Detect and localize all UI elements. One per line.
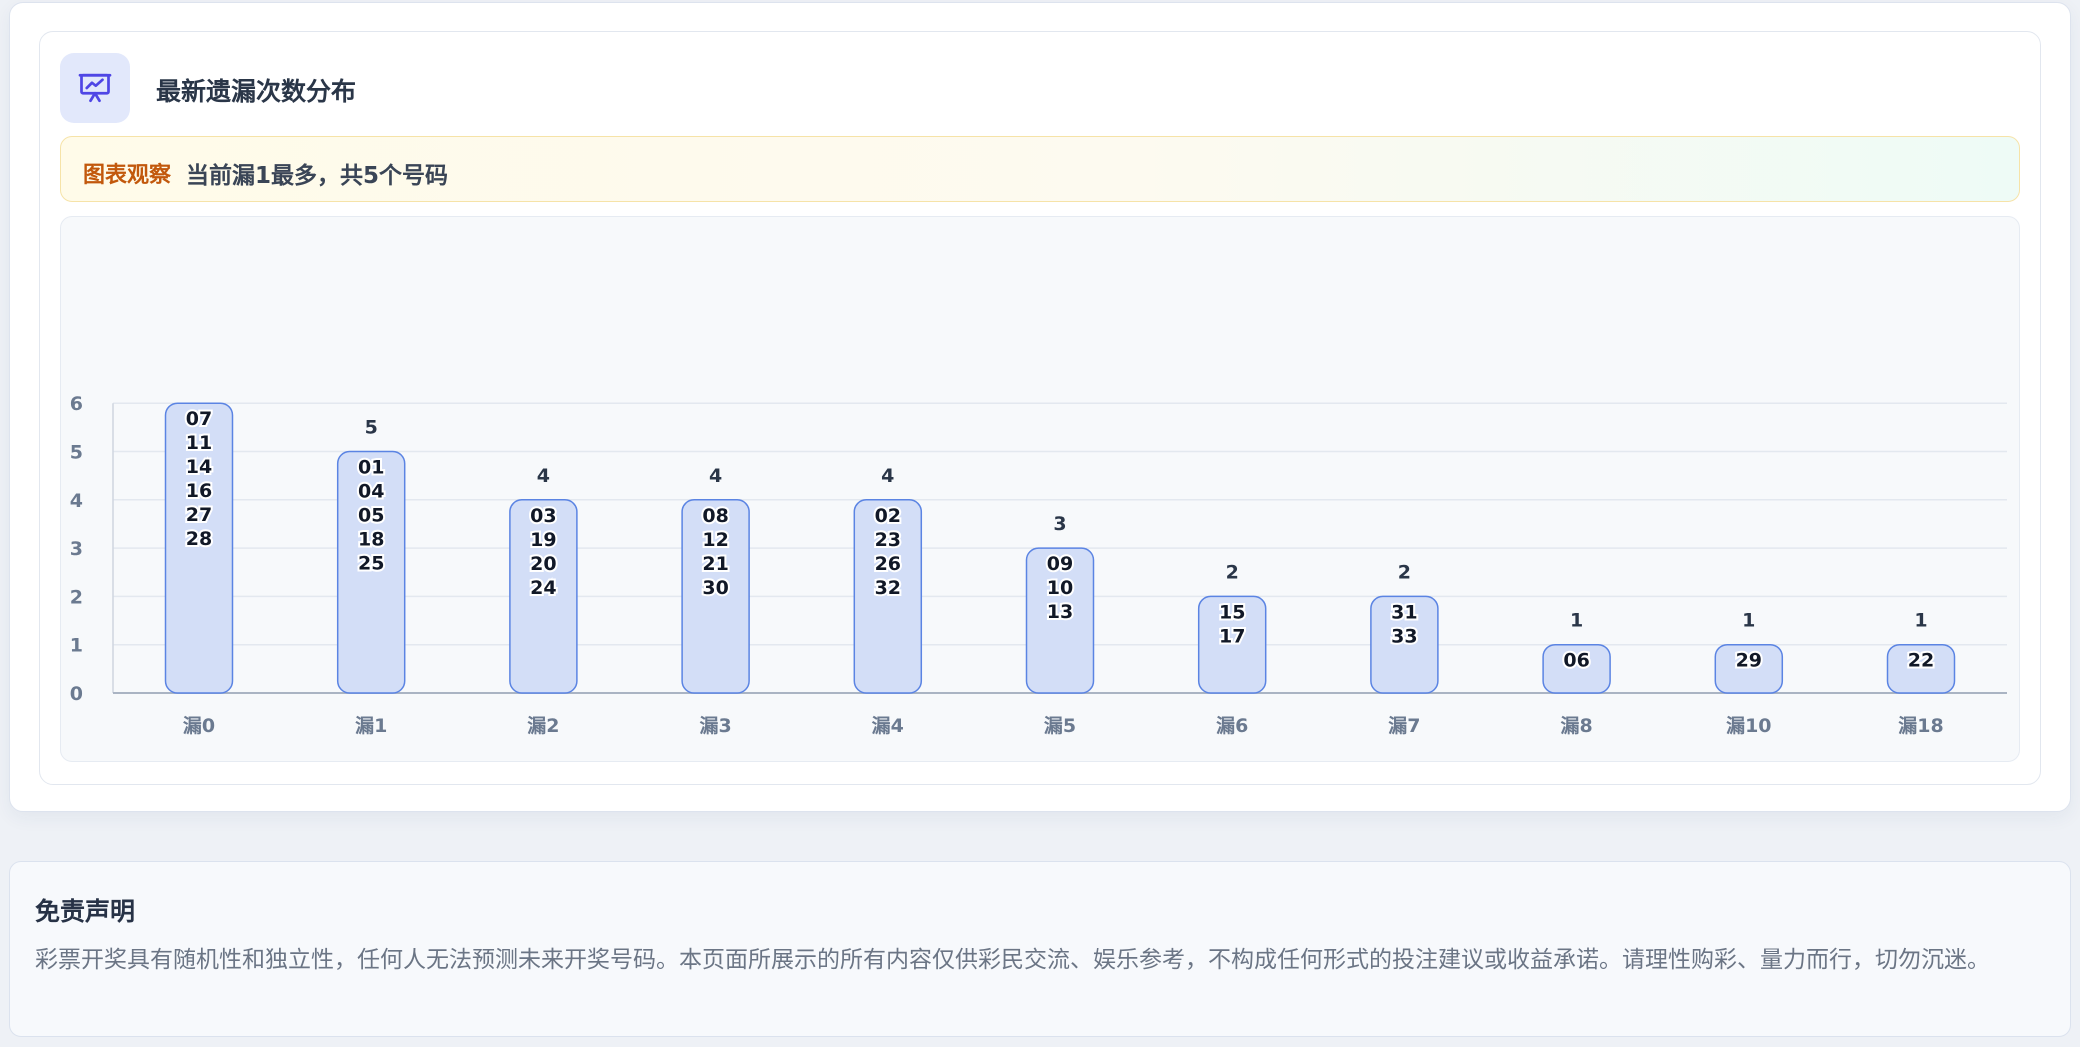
bar-number-label: 12 <box>702 529 728 551</box>
chart-card: 最新遗漏次数分布 图表观察 当前漏1最多，共5个号码 0 1 2 3 4 5 6 07 11 14… <box>9 2 2071 812</box>
bar-number-label: 32 <box>875 577 901 599</box>
bar-number-label: 28 <box>186 528 212 550</box>
bar-chart-svg: 0123456071114162728漏001040518255漏1031920… <box>70 393 2007 737</box>
y-tick-label: 3 <box>70 538 83 560</box>
observation-text: 当前漏1最多，共5个号码 <box>186 163 449 189</box>
chart-panel: 最新遗漏次数分布 图表观察 当前漏1最多，共5个号码 0 1 2 3 4 5 6 07 11 14… <box>39 31 2041 785</box>
x-tick-label: 漏8 <box>1560 715 1592 737</box>
bar-number-label: 29 <box>1736 650 1762 672</box>
x-tick-label: 漏10 <box>1726 715 1771 737</box>
bar-number-label: 21 <box>702 553 728 575</box>
x-tick-label: 漏18 <box>1898 715 1943 737</box>
card-title: 最新遗漏次数分布 <box>156 77 357 106</box>
bar-number-label: 10 <box>1047 577 1073 599</box>
bar-number-label: 22 <box>1908 650 1934 672</box>
bar-number-label: 19 <box>530 529 556 551</box>
x-tick-label: 漏6 <box>1216 715 1248 737</box>
bar-number-label: 23 <box>875 529 901 551</box>
x-tick-label: 漏2 <box>527 715 559 737</box>
bar-number-label: 24 <box>530 577 556 599</box>
bar-number-label: 02 <box>875 505 901 527</box>
presentation-chart-icon <box>60 53 130 123</box>
bar-number-label: 27 <box>186 504 212 526</box>
y-tick-label: 6 <box>70 393 83 415</box>
bar-number-label: 18 <box>358 529 384 551</box>
bar-number-label: 25 <box>358 553 384 575</box>
x-tick-label: 漏1 <box>355 715 387 737</box>
x-tick-label: 漏4 <box>872 715 904 737</box>
bar-number-label: 31 <box>1391 601 1417 623</box>
bar-number-label: 20 <box>530 553 556 575</box>
disclaimer-section: 免责声明 彩票开奖具有随机性和独立性，任何人无法预测未来开奖号码。本页面所展示的… <box>9 861 2071 1037</box>
bar-value-label: 4 <box>709 465 722 487</box>
bar-number-label: 14 <box>186 456 212 478</box>
bar-value-label: 2 <box>1398 561 1411 583</box>
y-tick-label: 4 <box>70 490 83 512</box>
observation-tag: 图表观察 <box>83 163 172 188</box>
bar-number-label: 08 <box>702 505 728 527</box>
y-tick-label: 5 <box>70 442 83 464</box>
bar-value-label: 4 <box>537 465 550 487</box>
bar-number-label: 15 <box>1219 601 1245 623</box>
bar-value-label: 2 <box>1226 561 1239 583</box>
bar-number-label: 06 <box>1563 650 1589 672</box>
x-tick-label: 漏0 <box>183 715 215 737</box>
bar-number-label: 13 <box>1047 601 1073 623</box>
y-tick-label: 1 <box>70 635 83 657</box>
bar-value-label: 4 <box>881 465 894 487</box>
bar-number-label: 04 <box>358 481 384 503</box>
observation-banner: 图表观察 当前漏1最多，共5个号码 <box>60 136 2020 202</box>
bar-number-label: 05 <box>358 505 384 527</box>
disclaimer-title: 免责声明 <box>35 897 136 926</box>
bar-value-label: 1 <box>1742 610 1755 632</box>
bar-value-label: 1 <box>1570 610 1583 632</box>
bar-number-label: 01 <box>358 457 384 479</box>
bar-chart: 0 1 2 3 4 5 6 07 11 14 16 27 28 漏0 01 04 05 18 25 5 漏1 03 19 20… <box>60 216 2020 762</box>
bar-number-label: 26 <box>875 553 901 575</box>
x-tick-label: 漏3 <box>699 715 731 737</box>
bar-number-label: 33 <box>1391 625 1417 647</box>
bar-number-label: 07 <box>186 408 212 430</box>
disclaimer-text: 彩票开奖具有随机性和独立性，任何人无法预测未来开奖号码。本页面所展示的所有内容仅… <box>35 947 1990 973</box>
bar-number-label: 03 <box>530 505 556 527</box>
bar-number-label: 09 <box>1047 553 1073 575</box>
x-tick-label: 漏7 <box>1388 715 1420 737</box>
bar-number-label: 17 <box>1219 625 1245 647</box>
y-tick-label: 0 <box>70 683 83 705</box>
bar-number-label: 16 <box>186 480 212 502</box>
bar-value-label: 3 <box>1053 513 1066 535</box>
bar-number-label: 11 <box>186 432 212 454</box>
bar-value-label: 1 <box>1914 610 1927 632</box>
y-tick-label: 2 <box>70 586 83 608</box>
x-tick-label: 漏5 <box>1044 715 1076 737</box>
bar-value-label: 5 <box>365 417 378 439</box>
bar-number-label: 30 <box>702 577 728 599</box>
